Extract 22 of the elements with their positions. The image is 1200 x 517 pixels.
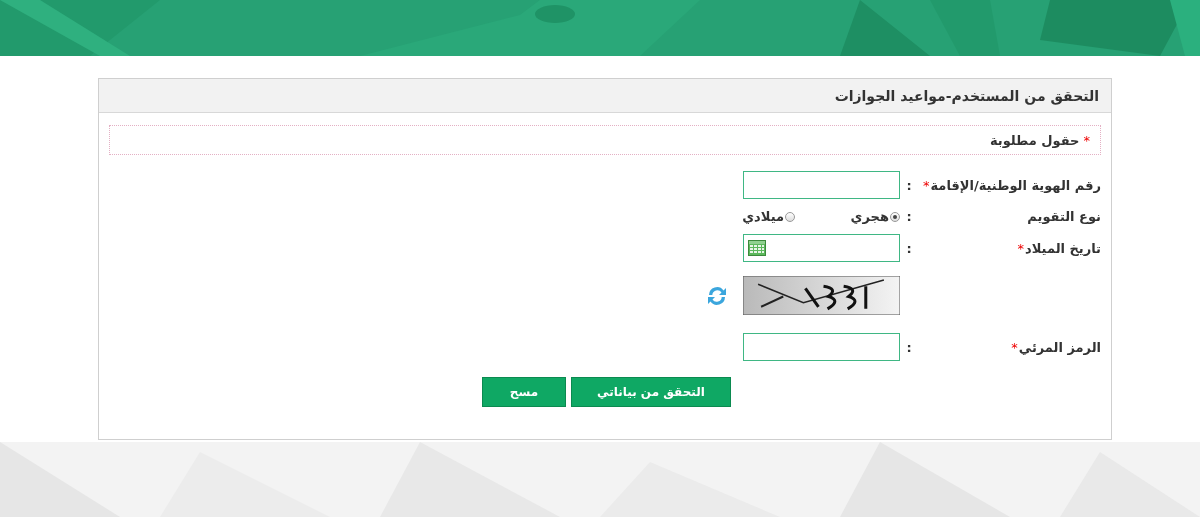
radio-label[interactable]: هجري — [850, 209, 889, 224]
input-field[interactable] — [743, 171, 900, 199]
required-mark: * — [1011, 339, 1018, 355]
colon: : — [906, 339, 912, 355]
date-field[interactable] — [743, 234, 900, 262]
colon: : — [906, 240, 912, 256]
required-mark: * — [1083, 132, 1090, 148]
panel-title: التحقق من المستخدم-مواعيد الجوازات — [834, 87, 1099, 104]
colon: : — [906, 177, 912, 193]
field-label: الرمز المرئي — [1018, 339, 1101, 355]
required-mark: * — [922, 177, 930, 193]
radio-button[interactable] — [785, 211, 795, 222]
radio-label[interactable]: ميلادي — [742, 209, 784, 224]
required-note: حقول مطلوبة — [989, 132, 1080, 148]
required-mark: * — [1017, 240, 1025, 256]
calendar-icon[interactable] — [748, 240, 766, 256]
field-label: نوع التقويم — [1027, 209, 1101, 224]
field-label: تاريخ الميلاد — [1025, 240, 1101, 256]
input-field[interactable] — [743, 333, 900, 361]
field-label: رقم الهوية الوطنية/الإقامة — [930, 177, 1101, 193]
colon: : — [906, 209, 912, 224]
radio-button[interactable] — [890, 211, 900, 222]
